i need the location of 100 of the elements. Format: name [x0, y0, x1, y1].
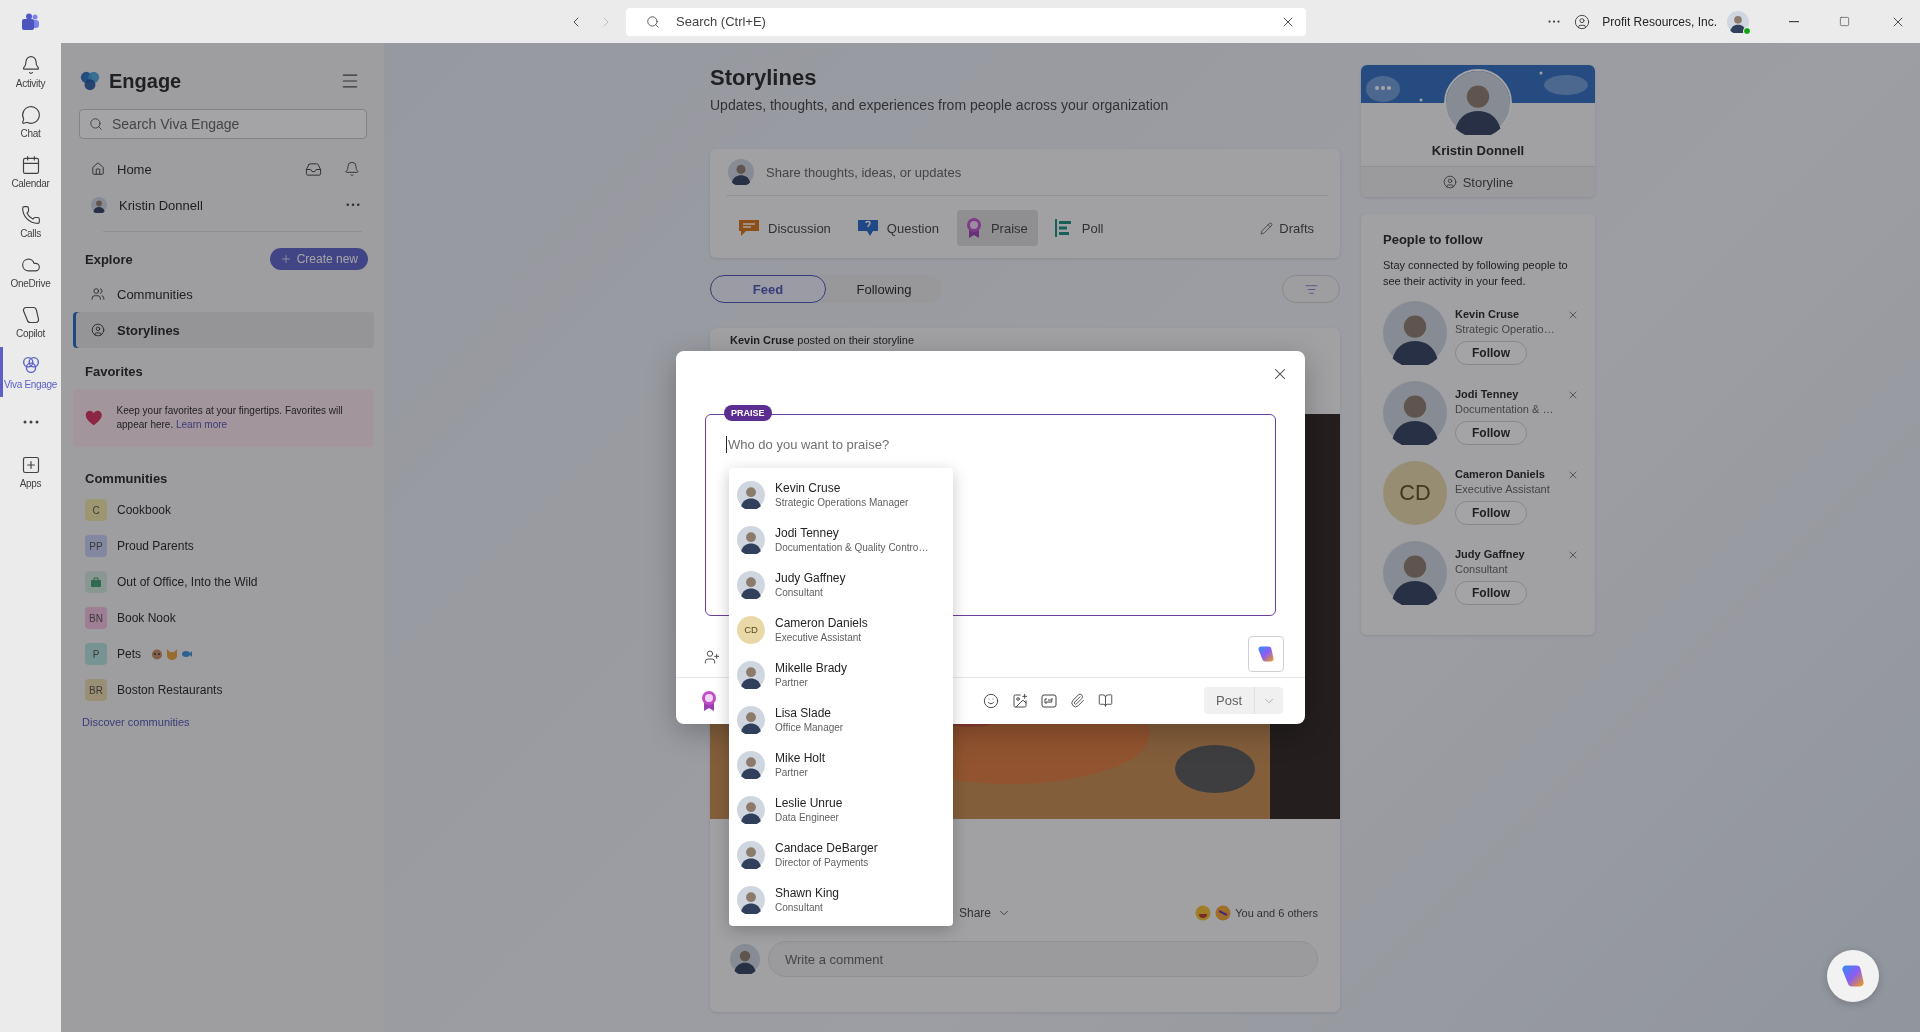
person-option[interactable]: Mike Holt Partner — [729, 742, 953, 787]
person-icon — [1442, 175, 1457, 189]
people-icon — [91, 287, 105, 301]
book-icon — [1098, 693, 1113, 708]
post-input-field[interactable]: Share thoughts, ideas, or updates — [764, 163, 1328, 181]
app-rail-item[interactable]: Calls — [0, 197, 61, 247]
discussion-icon — [738, 218, 760, 238]
post-type-button[interactable]: Discussion — [730, 210, 841, 246]
question-icon — [856, 218, 879, 238]
teams-logo-icon — [20, 12, 40, 31]
post-type-button[interactable]: Question — [848, 210, 949, 246]
add-person-icon — [704, 649, 720, 665]
person-option[interactable]: Mikelle Brady Partner — [729, 652, 953, 697]
filter-icon — [1304, 282, 1318, 296]
smiley-icon — [983, 692, 999, 709]
attach-button[interactable] — [1068, 691, 1087, 710]
praise-badge: PRAISE — [724, 405, 772, 421]
app-name: Engage — [109, 69, 182, 93]
nav-item[interactable]: Storylines — [73, 312, 374, 348]
post-type-button[interactable]: Praise — [956, 210, 1038, 246]
post-button[interactable]: Post — [1204, 687, 1255, 714]
community-item[interactable]: C Cookbook — [73, 492, 374, 528]
person-avatar — [1383, 541, 1447, 605]
card-description: Stay connected by following people to see their activity in your feed. — [1383, 258, 1569, 289]
person-avatar: CD — [737, 615, 765, 644]
book-button[interactable] — [1096, 691, 1115, 710]
person-option[interactable]: Lisa Slade Office Manager — [729, 697, 953, 742]
follow-button[interactable]: Follow — [1455, 581, 1527, 605]
ribbon-icon — [700, 689, 718, 712]
community-item[interactable]: BR Boston Restaurants — [73, 672, 374, 708]
phone-icon — [20, 205, 41, 225]
bell-icon — [344, 161, 360, 177]
dog-face-icon — [151, 648, 163, 660]
person-avatar — [737, 570, 765, 599]
community-item[interactable]: PP Proud Parents — [73, 528, 374, 564]
page-title: Storylines — [710, 65, 818, 91]
community-item[interactable]: P Pets — [73, 636, 374, 672]
plus-icon — [279, 253, 292, 265]
person-option[interactable]: Jodi Tenney Documentation & Quality Contro… — [729, 517, 953, 562]
person-avatar — [737, 840, 765, 869]
person-option[interactable]: Leslie Unrue Data Engineer — [729, 787, 953, 832]
person-avatar — [737, 705, 765, 734]
community-item[interactable]: Out of Office, Into the Wild — [73, 564, 374, 600]
app-rail-item[interactable]: OneDrive — [0, 247, 61, 297]
app-rail-item[interactable]: Apps — [0, 447, 61, 497]
follow-button[interactable]: Follow — [1455, 341, 1527, 365]
page-subtitle: Updates, thoughts, and experiences from people across your organization — [710, 97, 1170, 113]
follow-button[interactable]: Follow — [1455, 421, 1527, 445]
learn-more-link[interactable]: Learn more — [176, 419, 228, 430]
bell-icon — [20, 55, 41, 75]
person-title: Documentation & … — [1455, 403, 1555, 415]
card-title: People to follow — [1383, 232, 1484, 247]
search-icon — [646, 14, 660, 29]
nav-item[interactable]: Communities — [73, 276, 374, 312]
person-avatar: CD — [1383, 461, 1447, 525]
more-button[interactable] — [1546, 18, 1563, 25]
restore-icon — [1839, 16, 1850, 27]
community-item[interactable]: BN Book Nook — [73, 600, 374, 636]
nav-item[interactable]: Kristin Donnell — [73, 187, 344, 223]
post-type-button[interactable]: Poll — [1045, 210, 1114, 246]
app-rail-item[interactable]: Copilot — [0, 297, 61, 347]
copilot-button[interactable] — [1248, 636, 1284, 672]
person-option[interactable]: Shawn King Consultant — [729, 877, 953, 922]
person-option[interactable]: Candace DeBarger Director of Payments — [729, 832, 953, 877]
global-search-field[interactable]: Search (Ctrl+E) — [626, 7, 1306, 36]
feed-tab[interactable]: Feed — [710, 275, 826, 303]
user-avatar — [1727, 10, 1749, 33]
person-avatar — [737, 795, 765, 824]
engage-logo-icon — [79, 70, 101, 92]
profile-name: Kristin Donnell — [1431, 143, 1525, 158]
minimize-button[interactable] — [1787, 18, 1801, 25]
search-field[interactable]: Search Viva Engage — [79, 109, 367, 139]
person-icon — [1574, 13, 1591, 30]
notifications-button[interactable] — [342, 159, 362, 179]
close-icon — [1567, 469, 1579, 481]
app-rail-item[interactable]: Activity — [0, 47, 61, 97]
praise-type-button[interactable] — [700, 689, 718, 712]
add-people-button[interactable] — [702, 647, 722, 667]
drafts-button[interactable]: Drafts — [1254, 219, 1320, 237]
app-rail-item[interactable]: Calendar — [0, 147, 61, 197]
restore-button[interactable] — [1837, 14, 1852, 29]
person-avatar — [737, 750, 765, 779]
person-avatar — [737, 660, 765, 689]
person-title: Executive Assistant — [1455, 483, 1551, 495]
share-button[interactable]: Share — [953, 905, 1018, 921]
follow-button[interactable]: Follow — [1455, 501, 1527, 525]
person-option[interactable]: Kevin Cruse Strategic Operations Manager — [729, 472, 953, 517]
gif-button[interactable] — [1039, 691, 1059, 710]
person-option[interactable]: CD Cameron Daniels Executive Assistant — [729, 607, 953, 652]
storyline-button[interactable]: Storyline — [1361, 166, 1595, 197]
create-new-button[interactable]: Create new — [269, 248, 368, 270]
person-option[interactable]: Judy Gaffney Consultant — [729, 562, 953, 607]
more-button[interactable] — [344, 201, 362, 209]
feed-tab[interactable]: Following — [826, 275, 942, 303]
app-rail-item[interactable]: Chat — [0, 97, 61, 147]
discover-communities-link[interactable]: Discover communities — [73, 708, 374, 736]
section-title: Favorites — [85, 364, 143, 379]
account-avatar[interactable] — [1727, 10, 1749, 33]
comment-field[interactable]: Write a comment — [768, 941, 1318, 977]
nav-item[interactable]: Home — [73, 151, 303, 187]
